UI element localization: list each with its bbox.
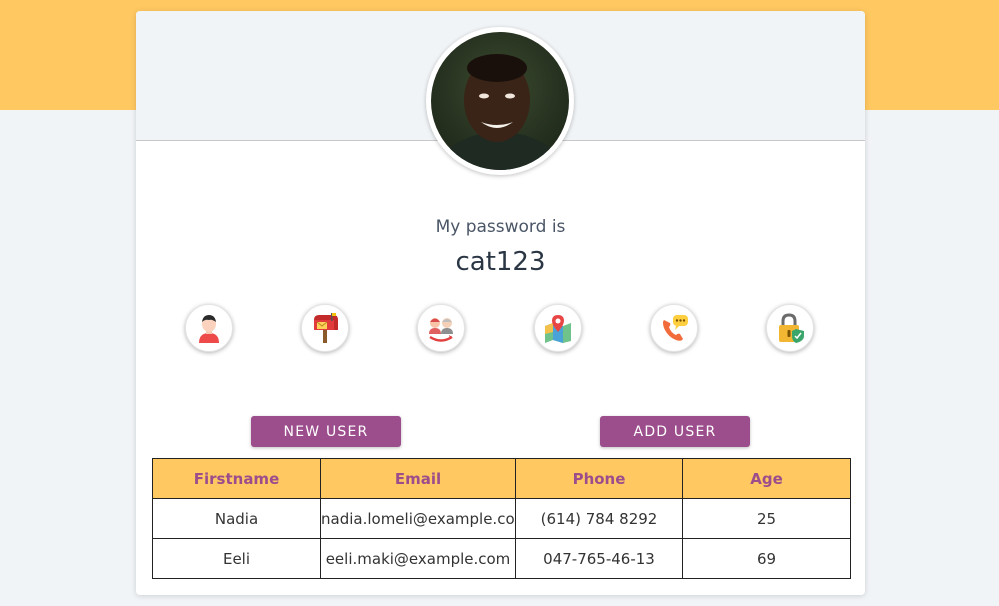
cell-email: eeli.maki@example.com — [320, 538, 516, 579]
cell-age: 69 — [682, 538, 851, 579]
phone-icon[interactable] — [650, 304, 698, 352]
table-header-row: Firstname Email Phone Age — [152, 458, 851, 499]
mailbox-icon[interactable] — [301, 304, 349, 352]
person-photo-icon — [438, 54, 562, 170]
cell-firstname: Eeli — [152, 538, 321, 579]
profile-card: My password is cat123 NEW USER ADD USER … — [136, 11, 865, 595]
info-value: cat123 — [455, 247, 546, 277]
cell-firstname: Nadia — [152, 498, 321, 539]
cell-phone: 047-765-46-13 — [515, 538, 683, 579]
cell-phone: (614) 784 8292 — [515, 498, 683, 539]
avatar — [426, 27, 574, 175]
table-row: Nadia nadia.lomeli@example.com (614) 784… — [152, 498, 851, 539]
add-user-button[interactable]: ADD USER — [600, 416, 750, 447]
users-table: Firstname Email Phone Age Nadia nadia.lo… — [152, 458, 851, 579]
cell-email: nadia.lomeli@example.com — [320, 498, 516, 539]
age-icon[interactable] — [417, 304, 465, 352]
map-icon[interactable] — [534, 304, 582, 352]
new-user-button[interactable]: NEW USER — [251, 416, 401, 447]
user-icon[interactable] — [185, 304, 233, 352]
table-row: Eeli eeli.maki@example.com 047-765-46-13… — [152, 538, 851, 579]
info-label: My password is — [435, 217, 566, 237]
header-email: Email — [320, 458, 516, 499]
lock-icon[interactable] — [766, 304, 814, 352]
cell-age: 25 — [682, 498, 851, 539]
avatar-photo — [431, 32, 569, 170]
header-firstname: Firstname — [152, 458, 321, 499]
header-age: Age — [682, 458, 851, 499]
header-phone: Phone — [515, 458, 683, 499]
icon-row — [136, 304, 865, 356]
